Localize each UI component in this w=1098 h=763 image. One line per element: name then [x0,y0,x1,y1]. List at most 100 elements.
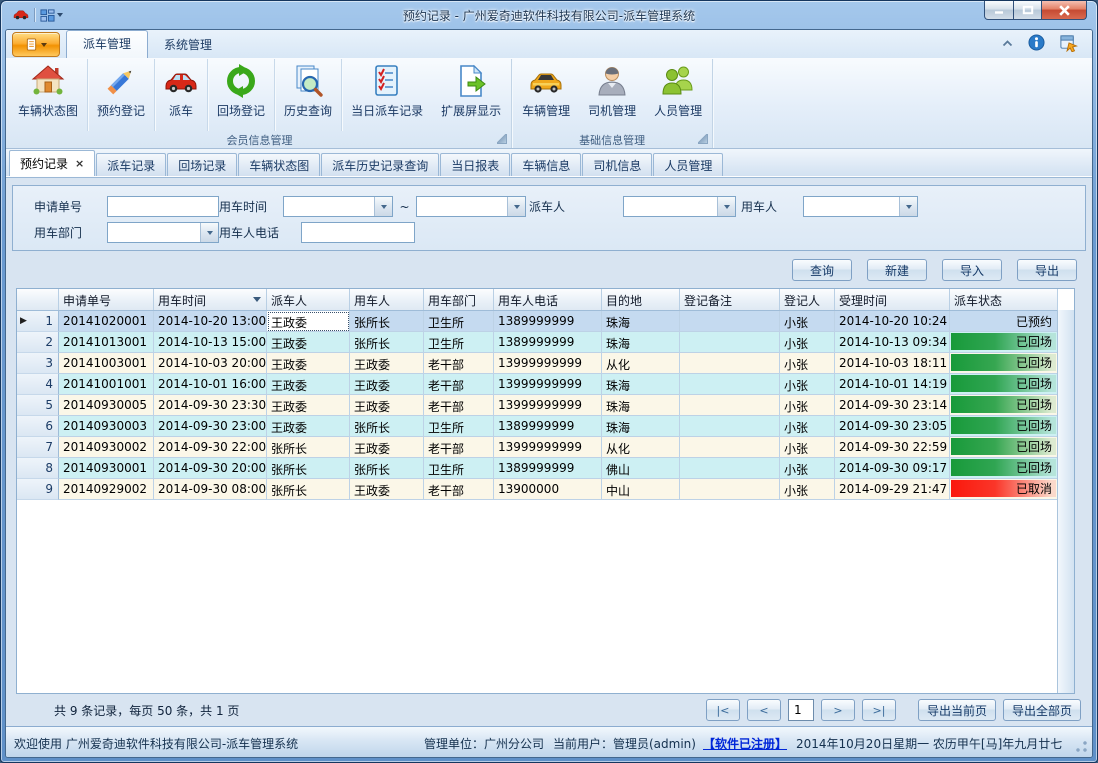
cell-status[interactable]: 已预约 [950,311,1058,332]
resize-grip-icon[interactable] [1075,740,1088,753]
cell-note[interactable] [680,332,780,353]
cell-accept[interactable]: 2014-10-03 18:11 [835,353,950,374]
column-header-user[interactable]: 用车人 [350,289,424,310]
column-header-time[interactable]: 用车时间 [154,289,267,310]
doc-tab-7[interactable]: 车辆信息 [511,153,581,176]
close-button[interactable] [1042,1,1087,20]
cell-note[interactable] [680,311,780,332]
license-link[interactable]: 【软件已注册】 [703,735,787,752]
cell-status[interactable]: 已回场 [950,353,1058,374]
time-from-combo[interactable] [283,196,393,217]
cell-dest[interactable]: 珠海 [602,374,680,395]
ribbon-button-checklist[interactable]: 当日派车记录 [341,59,432,131]
cell-registrar[interactable]: 小张 [780,332,835,353]
cell-dept[interactable]: 卫生所 [424,416,494,437]
cell-registrar[interactable]: 小张 [780,374,835,395]
cell-dest[interactable]: 珠海 [602,395,680,416]
cell-time[interactable]: 2014-09-30 08:00 [154,479,267,500]
cell-phone[interactable]: 13999999999 [494,353,602,374]
cell-accept[interactable]: 2014-09-30 09:17 [835,458,950,479]
doc-tab-9[interactable]: 人员管理 [653,153,723,176]
layout-grid-icon[interactable] [40,8,63,23]
cell-time[interactable]: 2014-09-30 23:30 [154,395,267,416]
cell-order[interactable]: 20141013001 [59,332,154,353]
cell-note[interactable] [680,416,780,437]
dialog-launcher-icon[interactable] [497,134,507,144]
cell-order[interactable]: 20140930005 [59,395,154,416]
cell-dept[interactable]: 老干部 [424,353,494,374]
cell-dept[interactable]: 卫生所 [424,311,494,332]
close-tab-icon[interactable]: × [75,157,84,170]
import-button[interactable]: 导入 [942,259,1002,281]
cell-dept[interactable]: 卫生所 [424,332,494,353]
cell-status[interactable]: 已回场 [950,437,1058,458]
cell-accept[interactable]: 2014-10-01 14:19 [835,374,950,395]
column-header-note[interactable]: 登记备注 [680,289,780,310]
cell-user[interactable]: 王政委 [350,374,424,395]
row-indicator[interactable]: 4 [17,374,59,395]
prev-page-button[interactable]: < [747,699,781,721]
cell-dispatcher[interactable]: 张所长 [267,458,350,479]
cell-accept[interactable]: 2014-09-30 22:59 [835,437,950,458]
ribbon-button-recycle[interactable]: 回场登记 [207,59,274,131]
ribbon-button-red-car[interactable]: 派车 [154,59,207,131]
column-header-order[interactable]: 申请单号 [59,289,154,310]
collapse-ribbon-icon[interactable] [1001,39,1014,47]
cell-phone[interactable]: 1389999999 [494,332,602,353]
info-icon[interactable] [1028,34,1045,51]
style-icon[interactable] [1059,33,1078,52]
cell-registrar[interactable]: 小张 [780,479,835,500]
cell-dispatcher[interactable]: 张所长 [267,479,350,500]
table-row[interactable]: 3201410030012014-10-03 20:00王政委王政委老干部139… [17,353,1058,374]
cell-time[interactable]: 2014-10-03 20:00 [154,353,267,374]
cell-dept[interactable]: 老干部 [424,479,494,500]
time-to-combo[interactable] [416,196,526,217]
cell-dispatcher[interactable]: 王政委 [267,416,350,437]
last-page-button[interactable]: >| [862,699,896,721]
cell-registrar[interactable]: 小张 [780,395,835,416]
cell-registrar[interactable]: 小张 [780,416,835,437]
cell-note[interactable] [680,479,780,500]
department-combo[interactable] [107,222,219,243]
row-indicator[interactable]: 6 [17,416,59,437]
cell-time[interactable]: 2014-09-30 22:00 [154,437,267,458]
cell-order[interactable]: 20140930001 [59,458,154,479]
chevron-down-icon[interactable] [374,197,392,216]
column-header-dispatcher[interactable]: 派车人 [267,289,350,310]
cell-status[interactable]: 已回场 [950,416,1058,437]
cell-accept[interactable]: 2014-10-13 09:34 [835,332,950,353]
chevron-down-icon[interactable] [899,197,917,216]
cell-phone[interactable]: 1389999999 [494,311,602,332]
cell-registrar[interactable]: 小张 [780,437,835,458]
column-header-dest[interactable]: 目的地 [602,289,680,310]
doc-tab-1[interactable]: 预约记录× [9,150,95,176]
cell-order[interactable]: 20140930003 [59,416,154,437]
cell-phone[interactable]: 13999999999 [494,395,602,416]
dialog-launcher-icon[interactable] [698,134,708,144]
row-indicator[interactable]: 3 [17,353,59,374]
table-row[interactable]: 9201409290022014-09-30 08:00张所长王政委老干部139… [17,479,1058,500]
sort-arrow-icon[interactable] [253,297,261,306]
cell-status[interactable]: 已取消 [950,479,1058,500]
cell-dispatcher[interactable]: 张所长 [267,437,350,458]
table-row[interactable]: 7201409300022014-09-30 22:00张所长王政委老干部139… [17,437,1058,458]
minimize-button[interactable] [984,1,1014,20]
cell-registrar[interactable]: 小张 [780,458,835,479]
cell-status[interactable]: 已回场 [950,395,1058,416]
cell-dept[interactable]: 卫生所 [424,458,494,479]
application-menu-button[interactable] [12,32,60,57]
cell-accept[interactable]: 2014-09-29 21:47 [835,479,950,500]
cell-dest[interactable]: 从化 [602,353,680,374]
export-current-page-button[interactable]: 导出当前页 [918,699,996,721]
doc-tab-6[interactable]: 当日报表 [440,153,510,176]
dispatcher-combo[interactable] [623,196,736,217]
cell-user[interactable]: 张所长 [350,416,424,437]
cell-dest[interactable]: 珠海 [602,332,680,353]
table-row[interactable]: 4201410010012014-10-01 16:00王政委王政委老干部139… [17,374,1058,395]
cell-registrar[interactable]: 小张 [780,311,835,332]
cell-accept[interactable]: 2014-09-30 23:05 [835,416,950,437]
first-page-button[interactable]: |< [706,699,740,721]
chevron-down-icon[interactable] [200,223,218,242]
cell-order[interactable]: 20141001001 [59,374,154,395]
ribbon-button-export-page[interactable]: 扩展屏显示 [432,59,510,131]
